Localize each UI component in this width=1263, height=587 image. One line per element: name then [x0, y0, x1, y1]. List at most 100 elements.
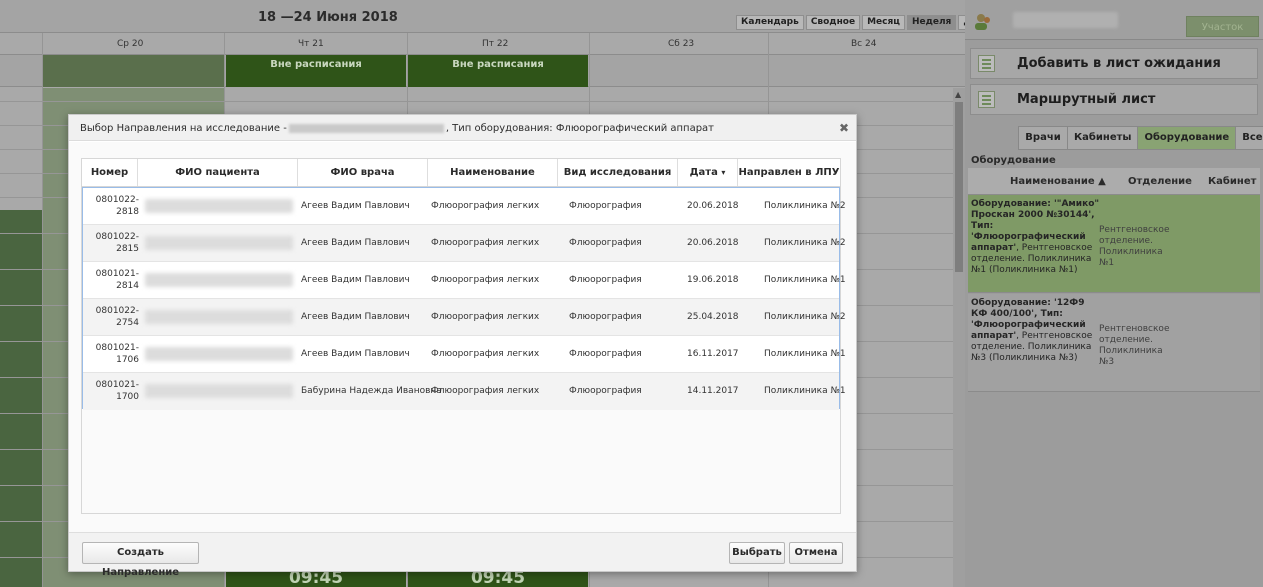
off-schedule-slot[interactable]: Вне расписания	[408, 55, 588, 87]
cell-date: 19.06.2018	[687, 275, 739, 285]
scroll-up-icon[interactable]: ▲	[955, 90, 961, 99]
cell-name: Флюорография легких	[431, 312, 540, 322]
resource-tabs: Врачи Кабинеты Оборудование Все	[1018, 126, 1263, 150]
table-row[interactable]: 0801022- 2754 Агеев Вадим Павлович Флюоро…	[83, 299, 846, 336]
number-part: 2754	[116, 318, 139, 328]
view-calendar-button[interactable]: Календарь	[736, 15, 804, 30]
number-part: 0801021-	[95, 269, 139, 279]
tab-cabinets[interactable]: Кабинеты	[1067, 126, 1139, 150]
scrollbar-thumb[interactable]	[955, 102, 963, 272]
route-sheet-label: Маршрутный лист	[1017, 92, 1156, 107]
equipment-name: Оборудование: '"Амико" Проскан 2000 №301…	[971, 199, 1103, 276]
cell-doctor: Бабурина Надежда Ивановна	[301, 386, 442, 396]
calendar-header: 18 —24 Июня 2018 Календарь Сводное Месяц…	[0, 0, 995, 33]
view-summary-button[interactable]: Сводное	[805, 15, 861, 30]
off-schedule-slot[interactable]: Вне расписания	[226, 55, 406, 87]
close-icon[interactable]: ✖	[839, 121, 849, 135]
cell-lpu: Поликлиника №2	[764, 238, 846, 248]
col-doctor-header[interactable]: ФИО врача	[298, 159, 428, 186]
cancel-button[interactable]: Отмена	[789, 542, 843, 564]
cell-name: Флюорография легких	[431, 201, 540, 211]
cell-lpu: Поликлиника №2	[764, 312, 846, 322]
col-date-label: Дата	[689, 167, 718, 178]
patient-name-redacted	[145, 273, 293, 287]
tab-all[interactable]: Все	[1235, 126, 1263, 150]
referrals-table-body: 0801022- 2818 Агеев Вадим Павлович Флюоро…	[82, 187, 846, 410]
col-name-header[interactable]: Наименование ▲	[1010, 176, 1106, 187]
number-part: 1706	[116, 355, 139, 365]
cell-doctor: Агеев Вадим Павлович	[301, 201, 410, 211]
table-row[interactable]: 0801022- 2815 Агеев Вадим Павлович Флюоро…	[83, 225, 846, 262]
number-part: 0801022-	[95, 195, 139, 205]
number-part: 0801022-	[95, 232, 139, 242]
cell-date: 14.11.2017	[687, 386, 739, 396]
off-schedule-label: Вне расписания	[452, 59, 544, 70]
cell-lpu: Поликлиника №1	[764, 349, 846, 359]
number-part: 2815	[116, 244, 139, 254]
add-waitlist-button[interactable]: Добавить в лист ожидания	[970, 48, 1258, 79]
patient-name-redacted	[145, 347, 293, 361]
table-row[interactable]: 0801021- 1700 Бабурина Надежда Ивановна Ф…	[83, 373, 846, 410]
off-schedule-label: Вне расписания	[270, 59, 362, 70]
cell-study-type: Флюорография	[569, 386, 642, 396]
table-row[interactable]: 0801022- 2818 Агеев Вадим Павлович Флюоро…	[83, 188, 846, 225]
col-cabinet-header[interactable]: Кабинет	[1208, 176, 1256, 187]
uchastok-button[interactable]: Участок	[1186, 16, 1259, 37]
col-study-type-header[interactable]: Вид исследования	[558, 159, 678, 186]
day-header: Вс 24	[851, 39, 877, 49]
table-row[interactable]: 0801021- 2814 Агеев Вадим Павлович Флюоро…	[83, 262, 846, 299]
sort-desc-icon: ▾	[721, 168, 726, 177]
cell-number: 0801021- 1706	[83, 342, 139, 366]
route-sheet-button[interactable]: Маршрутный лист	[970, 84, 1258, 115]
dialog-title: Выбор Направления на исследование - , Ти…	[80, 123, 714, 134]
number-part: 0801022-	[95, 306, 139, 316]
patient-header: Участок	[965, 0, 1263, 40]
cell-doctor: Агеев Вадим Павлович	[301, 312, 410, 322]
equipment-row[interactable]: Оборудование: '12Ф9 КФ 400/100', Тип: 'Ф…	[968, 294, 1260, 392]
select-button[interactable]: Выбрать	[729, 542, 785, 564]
calendar-view-switcher: Календарь Сводное Месяц Неделя День	[736, 15, 996, 30]
col-department-header[interactable]: Отделение	[1128, 176, 1192, 187]
create-referral-button[interactable]: Создать Направление	[82, 542, 199, 578]
cell-study-type: Флюорография	[569, 238, 642, 248]
view-week-button[interactable]: Неделя	[906, 15, 957, 30]
cell-date: 16.11.2017	[687, 349, 739, 359]
equipment-table-header: Наименование ▲ Отделение Кабинет	[968, 168, 1260, 195]
patient-name-redacted	[288, 124, 444, 133]
equipment-department: Рентгеновское отделение. Поликлиника №1	[1099, 225, 1170, 268]
view-month-button[interactable]: Месяц	[862, 15, 905, 30]
cell-name: Флюорография легких	[431, 349, 540, 359]
cell-date: 25.04.2018	[687, 312, 739, 322]
dialog-title-prefix: Выбор Направления на исследование -	[80, 123, 287, 134]
cell-doctor: Агеев Вадим Павлович	[301, 349, 410, 359]
col-number-header[interactable]: Номер	[82, 159, 138, 186]
cell-lpu: Поликлиника №1	[764, 275, 846, 285]
time-gutter	[0, 210, 42, 587]
cell-number: 0801021- 2814	[83, 268, 139, 292]
equipment-name: Оборудование: '12Ф9 КФ 400/100', Тип: 'Ф…	[971, 298, 1103, 364]
number-part: 0801021-	[95, 380, 139, 390]
col-date-header[interactable]: Дата ▾	[678, 159, 738, 186]
col-patient-header[interactable]: ФИО пациента	[138, 159, 298, 186]
grid-divider	[42, 33, 43, 587]
col-lpu-header[interactable]: Направлен в ЛПУ	[738, 159, 840, 186]
calendar-scrollbar[interactable]: ▲	[953, 88, 965, 587]
tab-equipment[interactable]: Оборудование	[1137, 126, 1237, 150]
col-name-header[interactable]: Наименование	[428, 159, 558, 186]
calendar-day-headers: Ср 20 Чт 21 Пт 22 Сб 23 Вс 24	[0, 33, 965, 55]
cell-study-type: Флюорография	[569, 349, 642, 359]
right-panel: Участок Добавить в лист ожидания Маршрут…	[965, 0, 1263, 587]
equipment-row-selected[interactable]: Оборудование: '"Амико" Проскан 2000 №301…	[968, 195, 1260, 293]
cell-lpu: Поликлиника №1	[764, 386, 846, 396]
number-part: 0801021-	[95, 343, 139, 353]
cell-number: 0801022- 2818	[83, 194, 139, 218]
day-header: Чт 21	[298, 39, 324, 49]
list-icon	[978, 55, 995, 72]
table-row[interactable]: 0801021- 1706 Агеев Вадим Павлович Флюоро…	[83, 336, 846, 373]
dialog-footer: Создать Направление Выбрать Отмена	[69, 532, 856, 578]
tab-doctors[interactable]: Врачи	[1018, 126, 1068, 150]
cell-number: 0801022- 2754	[83, 305, 139, 329]
referrals-table-header: Номер ФИО пациента ФИО врача Наименовани…	[82, 159, 840, 187]
cell-lpu: Поликлиника №2	[764, 201, 846, 211]
patient-name-redacted	[145, 384, 293, 398]
